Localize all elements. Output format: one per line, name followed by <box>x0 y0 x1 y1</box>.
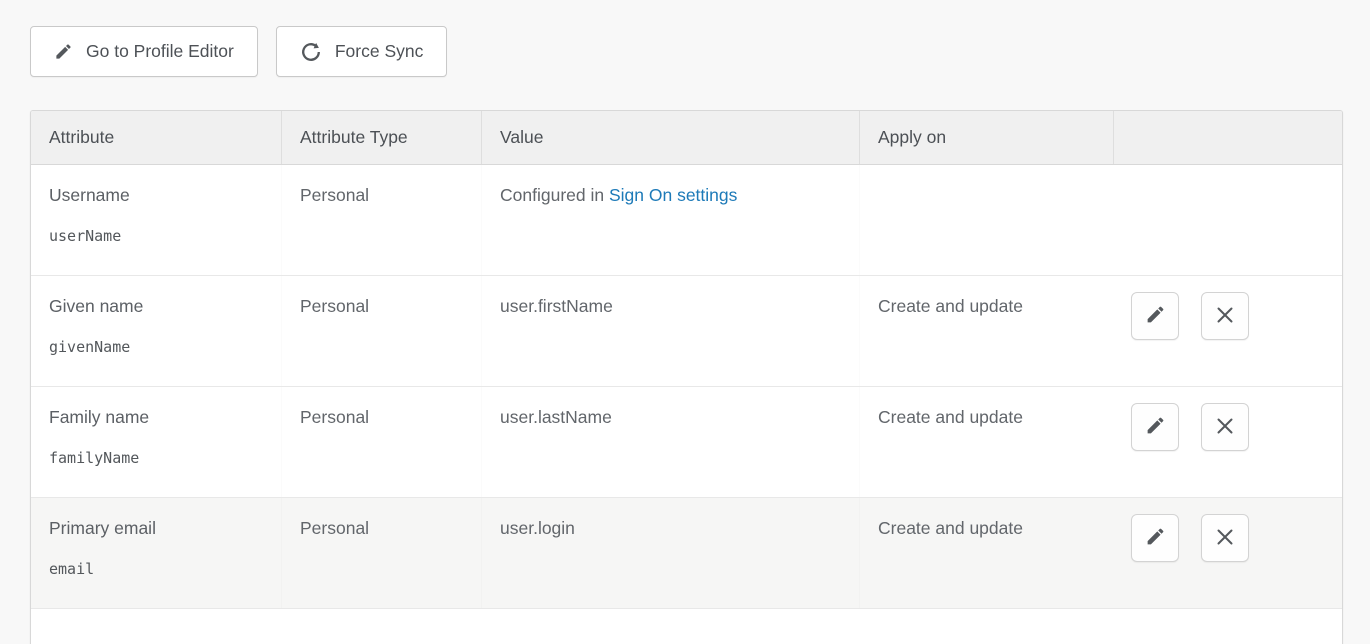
header-attribute-type: Attribute Type <box>281 111 481 164</box>
attribute-label: Username <box>49 185 271 206</box>
attribute-type: Personal <box>281 387 481 497</box>
delete-attribute-button[interactable] <box>1201 292 1249 340</box>
table-row: Family name familyName Personal user.las… <box>31 387 1342 498</box>
go-to-profile-editor-button[interactable]: Go to Profile Editor <box>30 26 258 77</box>
refresh-icon <box>300 41 322 63</box>
apply-on: Create and update <box>859 387 1113 497</box>
edit-attribute-button[interactable] <box>1131 403 1179 451</box>
attribute-type: Personal <box>281 498 481 608</box>
attribute-cell: Primary email email <box>31 498 281 608</box>
table-body: Username userName Personal Configured in… <box>31 165 1342 609</box>
attribute-value: user.login <box>481 498 859 608</box>
attribute-name: userName <box>49 227 271 245</box>
delete-attribute-button[interactable] <box>1201 403 1249 451</box>
force-sync-label: Force Sync <box>335 41 424 62</box>
pencil-icon <box>54 42 73 61</box>
row-actions <box>1113 387 1342 497</box>
toolbar: Go to Profile Editor Force Sync <box>30 26 1370 77</box>
pencil-icon <box>1145 526 1166 550</box>
apply-on: Create and update <box>859 276 1113 386</box>
header-attribute: Attribute <box>31 111 281 164</box>
table-header-row: Attribute Attribute Type Value Apply on <box>31 111 1342 165</box>
row-actions <box>1113 165 1342 275</box>
delete-attribute-button[interactable] <box>1201 514 1249 562</box>
attribute-label: Given name <box>49 296 271 317</box>
attribute-value: user.lastName <box>481 387 859 497</box>
attribute-label: Primary email <box>49 518 271 539</box>
table-row: Given name givenName Personal user.first… <box>31 276 1342 387</box>
edit-attribute-button[interactable] <box>1131 514 1179 562</box>
attribute-cell: Username userName <box>31 165 281 275</box>
attribute-name: familyName <box>49 449 271 467</box>
attribute-cell: Family name familyName <box>31 387 281 497</box>
attribute-name: givenName <box>49 338 271 356</box>
pencil-icon <box>1145 304 1166 328</box>
header-actions <box>1113 111 1342 164</box>
attribute-value: Configured in Sign On settings <box>481 165 859 275</box>
close-icon <box>1215 416 1235 439</box>
attribute-mappings-table: Attribute Attribute Type Value Apply on … <box>30 110 1343 644</box>
attribute-name: email <box>49 560 271 578</box>
table-row-partial <box>31 609 1342 644</box>
header-apply-on: Apply on <box>859 111 1113 164</box>
row-actions <box>1113 276 1342 386</box>
attribute-cell: Given name givenName <box>31 276 281 386</box>
attribute-type: Personal <box>281 276 481 386</box>
force-sync-button[interactable]: Force Sync <box>276 26 448 77</box>
sign-on-settings-link[interactable]: Sign On settings <box>609 185 737 205</box>
attribute-label: Family name <box>49 407 271 428</box>
table-row: Primary email email Personal user.login … <box>31 498 1342 609</box>
table-row: Username userName Personal Configured in… <box>31 165 1342 276</box>
pencil-icon <box>1145 415 1166 439</box>
attribute-mappings-page: Go to Profile Editor Force Sync Attribut… <box>0 0 1370 644</box>
close-icon <box>1215 527 1235 550</box>
attribute-type: Personal <box>281 165 481 275</box>
attribute-value: user.firstName <box>481 276 859 386</box>
go-to-profile-editor-label: Go to Profile Editor <box>86 41 234 62</box>
header-value: Value <box>481 111 859 164</box>
apply-on <box>859 165 1113 275</box>
apply-on: Create and update <box>859 498 1113 608</box>
close-icon <box>1215 305 1235 328</box>
edit-attribute-button[interactable] <box>1131 292 1179 340</box>
row-actions <box>1113 498 1342 608</box>
